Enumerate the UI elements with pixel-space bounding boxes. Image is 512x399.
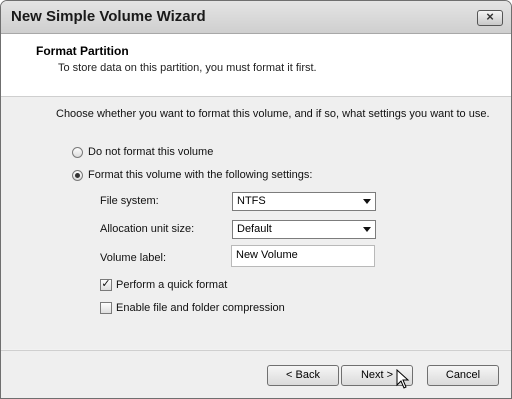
quick-format-label[interactable]: Perform a quick format (116, 279, 227, 291)
chevron-down-icon (363, 199, 371, 204)
page-title: Format Partition (36, 44, 129, 58)
back-button[interactable]: < Back (267, 365, 339, 386)
file-system-label: File system: (100, 195, 159, 207)
volume-label-input[interactable]: New Volume (231, 245, 375, 267)
cancel-button[interactable]: Cancel (427, 365, 499, 386)
intro-text: Choose whether you want to format this v… (56, 108, 490, 120)
window-title: New Simple Volume Wizard (11, 8, 206, 25)
close-button[interactable]: × (477, 9, 503, 26)
radio-format-volume[interactable] (72, 170, 83, 181)
allocation-unit-value: Default (237, 223, 272, 235)
compression-label[interactable]: Enable file and folder compression (116, 302, 285, 314)
quick-format-checkbox[interactable]: ✓ (100, 278, 112, 291)
close-icon: × (486, 9, 494, 24)
radio-do-not-format-label[interactable]: Do not format this volume (88, 146, 213, 158)
page-subtitle: To store data on this partition, you mus… (58, 62, 317, 74)
mouse-pointer-icon (396, 369, 410, 389)
file-system-select[interactable]: NTFS (232, 192, 376, 211)
wizard-window: New Simple Volume Wizard × Format Partit… (0, 0, 512, 399)
cancel-button-label: Cancel (445, 369, 481, 381)
wizard-content: Choose whether you want to format this v… (1, 97, 511, 349)
compression-checkbox[interactable] (100, 302, 112, 314)
radio-format-volume-label[interactable]: Format this volume with the following se… (88, 169, 312, 181)
chevron-down-icon (363, 227, 371, 232)
allocation-unit-label: Allocation unit size: (100, 223, 195, 235)
wizard-footer: < Back Next > Cancel (1, 350, 511, 398)
back-button-label: < Back (286, 369, 320, 381)
wizard-header: Format Partition To store data on this p… (1, 34, 511, 97)
title-bar[interactable]: New Simple Volume Wizard × (1, 1, 511, 34)
allocation-unit-select[interactable]: Default (232, 220, 376, 239)
radio-do-not-format[interactable] (72, 147, 83, 158)
volume-label-value: New Volume (236, 249, 298, 261)
volume-label-label: Volume label: (100, 252, 167, 264)
file-system-value: NTFS (237, 195, 266, 207)
checkmark-icon: ✓ (101, 278, 111, 290)
